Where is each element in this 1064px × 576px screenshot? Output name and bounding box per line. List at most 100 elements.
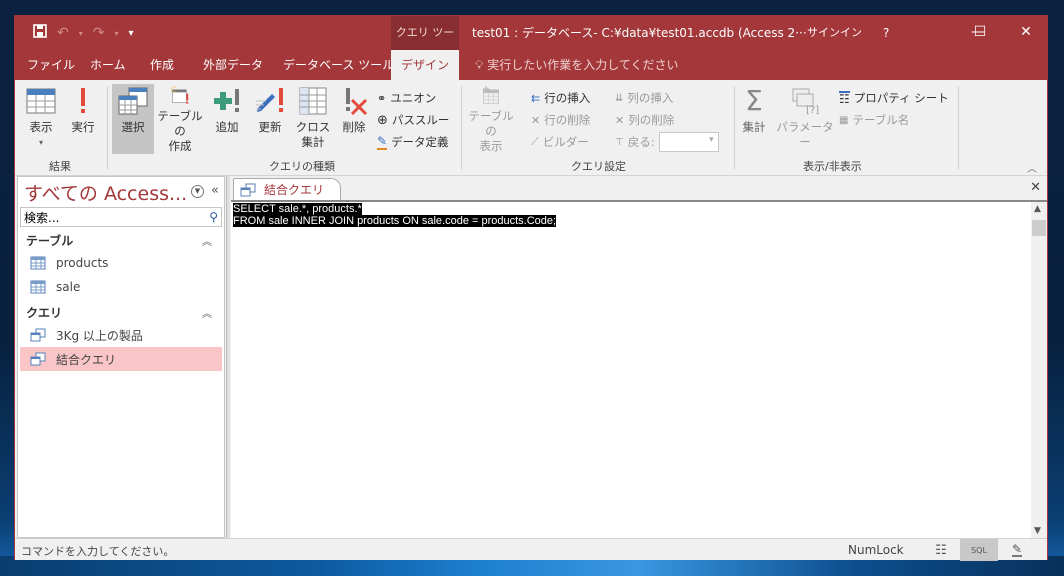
tell-me-box[interactable]: 💡︎ 実行したい作業を入力してください xyxy=(475,50,679,80)
search-icon[interactable]: ⚲ xyxy=(209,210,218,224)
union-button[interactable]: ⚭ ユニオン xyxy=(377,88,436,108)
totals-button[interactable]: Σ 集計 xyxy=(739,84,769,154)
nav-menu-dropdown-icon[interactable]: ▼ xyxy=(191,185,204,198)
insert-columns-button[interactable]: ⇊ 列の挿入 xyxy=(615,88,673,108)
sql-view-button[interactable]: SQL xyxy=(960,539,998,561)
redo-icon[interactable]: ↷ xyxy=(93,25,105,41)
return-values-combo[interactable] xyxy=(658,132,719,152)
run-exclamation-icon xyxy=(81,88,85,113)
sql-line: SELECT sale.*, products.* xyxy=(233,203,362,215)
group-collapse-icon[interactable]: ︽ xyxy=(202,305,212,320)
update-query-button[interactable]: 更新 xyxy=(253,84,287,154)
return-top-values: ⊤ 戻る: xyxy=(615,132,719,152)
sql-editor[interactable]: SELECT sale.*, products.* FROM sale INNE… xyxy=(231,200,1047,538)
navigation-pane: すべての Access... ▼ « 検索... ⚲ テーブル ︽ produc… xyxy=(17,176,225,538)
separator xyxy=(958,86,959,170)
data-definition-icon: ✎ xyxy=(377,134,388,150)
group-label-results: 結果 xyxy=(49,160,71,173)
separator xyxy=(107,86,108,170)
table-icon xyxy=(30,256,46,270)
vertical-scrollbar[interactable]: ▲ ▼ xyxy=(1031,202,1047,538)
nav-search-input[interactable]: 検索... ⚲ xyxy=(20,207,222,227)
design-view-button[interactable]: ✎ xyxy=(998,539,1036,561)
nav-item-sale[interactable]: sale xyxy=(18,275,224,299)
save-icon[interactable] xyxy=(33,24,47,42)
data-definition-button[interactable]: ✎ データ定義 xyxy=(377,132,449,152)
maximize-button[interactable]: ☐ xyxy=(957,16,1003,50)
append-plus-icon xyxy=(214,89,239,112)
undo-icon[interactable]: ↶ xyxy=(57,25,69,41)
nav-group-tables[interactable]: テーブル ︽ xyxy=(18,229,224,251)
tab-home[interactable]: ホーム xyxy=(90,50,126,80)
delete-columns-button[interactable]: ✕ 列の削除 xyxy=(615,110,674,130)
tab-external-data[interactable]: 外部データ xyxy=(203,50,263,80)
status-bar: コマンドを入力してください。 NumLock ☷ SQL ✎ xyxy=(15,538,1047,561)
scroll-thumb[interactable] xyxy=(1032,220,1046,236)
title-bar: ↶ ▾ ↷ ▾ ▾ クエリ ツール test01 : データベース- C:¥da… xyxy=(15,16,1049,73)
table-names-button[interactable]: ▦ テーブル名 xyxy=(839,110,909,130)
ribbon: 表示 ▾ 実行 結果 選択 テーブルの 作成 追加 更新 クロス 集計 削除 ⚭… xyxy=(15,80,1047,176)
nav-search-placeholder: 検索... xyxy=(24,210,60,225)
view-dropdown-icon: ▾ xyxy=(38,138,43,147)
customize-qat-icon[interactable]: ▾ xyxy=(129,28,134,39)
delete-query-button[interactable]: 削除 xyxy=(337,84,371,154)
delete-rows-icon: ✕ xyxy=(531,113,541,127)
nav-pane-header[interactable]: すべての Access... ▼ « xyxy=(18,177,224,207)
nav-group-queries[interactable]: クエリ ︽ xyxy=(18,301,224,323)
nav-collapse-icon[interactable]: « xyxy=(211,183,219,198)
table-icon xyxy=(30,280,46,294)
numlock-indicator: NumLock xyxy=(848,543,904,557)
close-document-icon[interactable]: ✕ xyxy=(1030,180,1041,195)
tab-design[interactable]: デザイン xyxy=(391,50,459,80)
crosstab-query-button[interactable]: クロス 集計 xyxy=(295,84,331,154)
select-query-button[interactable]: 選択 xyxy=(112,84,154,154)
union-icon: ⚭ xyxy=(377,91,387,105)
parameters-button[interactable]: [?] パラメーター xyxy=(775,84,835,154)
nav-item-products[interactable]: products xyxy=(18,251,224,275)
builder-button[interactable]: ⟋ ビルダー xyxy=(531,132,589,152)
separator xyxy=(461,86,462,170)
parameters-icon: [?] xyxy=(792,88,819,116)
sql-line: FROM sale INNER JOIN products ON sale.co… xyxy=(233,215,557,227)
ribbon-tabs: ファイル ホーム 作成 外部データ データベース ツール デザイン 💡︎ 実行し… xyxy=(15,50,1047,80)
redo-dropdown-icon[interactable]: ▾ xyxy=(114,29,118,38)
scroll-down-icon[interactable]: ▼ xyxy=(1034,526,1041,536)
make-table-button[interactable]: テーブルの 作成 xyxy=(155,84,205,154)
close-button[interactable]: ✕ xyxy=(1003,16,1049,50)
append-query-button[interactable]: 追加 xyxy=(211,84,243,154)
help-button[interactable]: ? xyxy=(883,16,889,50)
passthrough-button[interactable]: ⊕ パススルー xyxy=(377,110,449,130)
delete-x-icon xyxy=(346,88,368,116)
tab-database-tools[interactable]: データベース ツール xyxy=(283,50,394,80)
run-button[interactable]: 実行 xyxy=(67,84,99,154)
datasheet-view-button[interactable]: ☷ xyxy=(922,539,960,561)
make-table-icon xyxy=(170,86,189,104)
property-sheet-icon: ☷ xyxy=(839,91,850,106)
scroll-up-icon[interactable]: ▲ xyxy=(1034,204,1041,214)
view-grid-icon xyxy=(26,88,56,114)
access-window: ↶ ▾ ↷ ▾ ▾ クエリ ツール test01 : データベース- C:¥da… xyxy=(14,15,1049,561)
doc-tab-join-query[interactable]: 結合クエリ xyxy=(233,178,342,200)
delete-columns-icon: ✕ xyxy=(615,113,625,127)
show-table-button[interactable]: テーブルの 表示 xyxy=(465,84,517,154)
insert-rows-button[interactable]: ⇇ 行の挿入 xyxy=(531,88,590,108)
view-button[interactable]: 表示 ▾ xyxy=(23,84,59,154)
property-sheet-button[interactable]: ☷ プロパティ シート xyxy=(839,88,949,108)
separator xyxy=(734,86,735,170)
nav-item-query-3kg[interactable]: 3Kg 以上の製品 xyxy=(18,323,224,347)
collapse-ribbon-icon[interactable]: ︿ xyxy=(1027,160,1037,175)
nav-pane-splitter[interactable] xyxy=(226,176,230,538)
tab-file[interactable]: ファイル xyxy=(27,50,75,80)
insert-rows-icon: ⇇ xyxy=(531,91,541,105)
undo-dropdown-icon[interactable]: ▾ xyxy=(79,29,83,38)
design-view-icon: ✎ xyxy=(1011,541,1023,557)
delete-rows-button[interactable]: ✕ 行の削除 xyxy=(531,110,590,130)
top-values-icon: ⊤ xyxy=(615,136,624,148)
query-icon xyxy=(30,328,46,342)
group-collapse-icon[interactable]: ︽ xyxy=(202,233,212,248)
signin-link[interactable]: サインイン xyxy=(807,16,862,50)
sigma-icon: Σ xyxy=(745,84,763,117)
nav-item-join-query[interactable]: 結合クエリ xyxy=(20,347,222,371)
sql-text[interactable]: SELECT sale.*, products.* FROM sale INNE… xyxy=(233,203,557,227)
tab-create[interactable]: 作成 xyxy=(150,50,174,80)
